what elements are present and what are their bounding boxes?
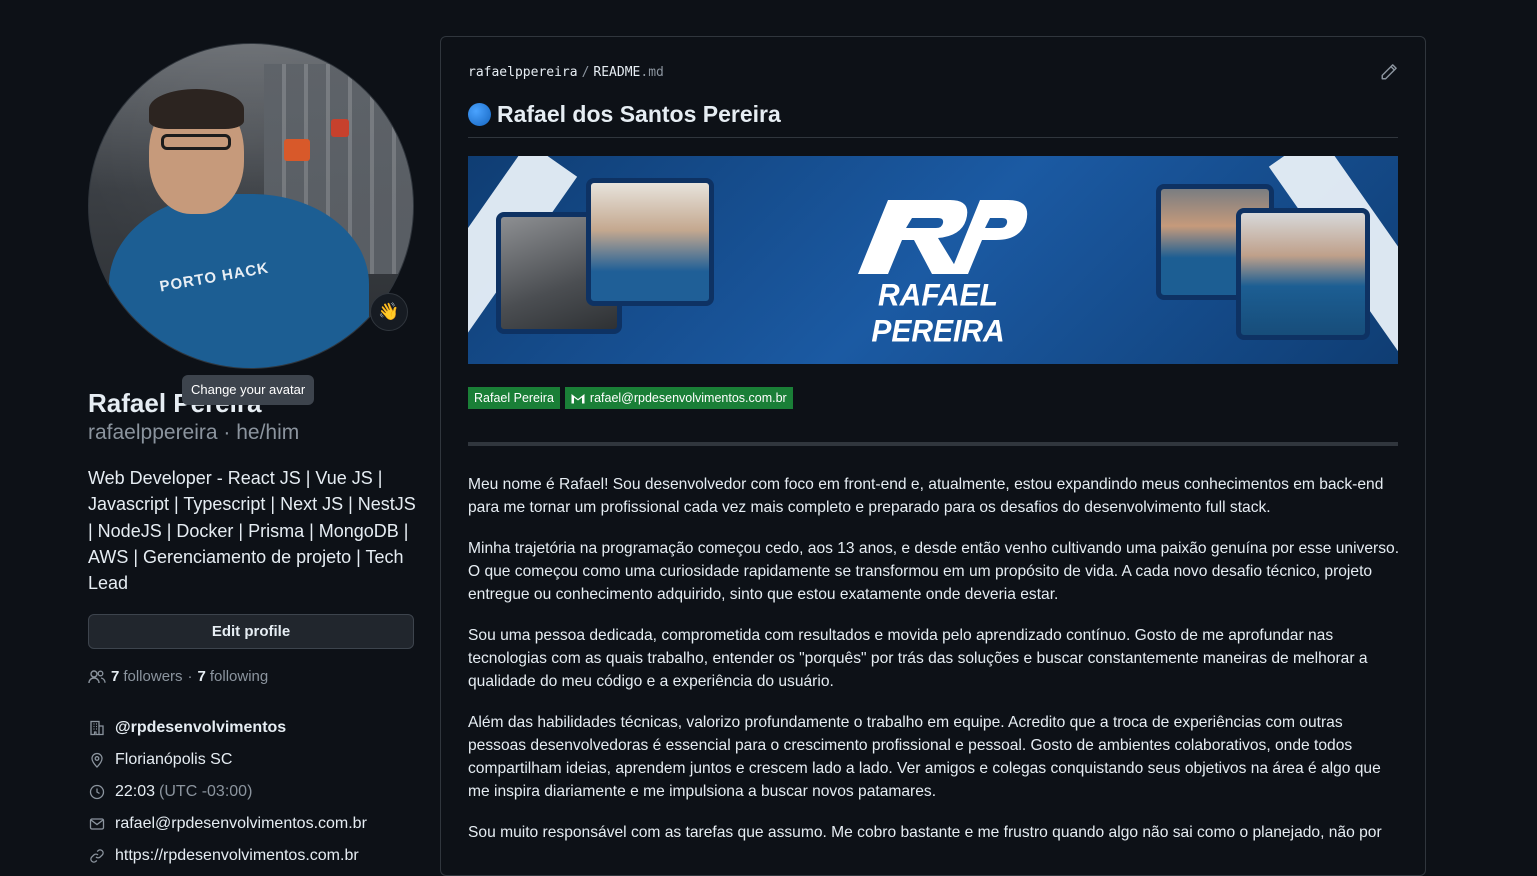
readme-paragraph: Sou muito responsável com as tarefas que…: [468, 824, 1382, 841]
profile-bio: Web Developer - React JS | Vue JS | Java…: [88, 468, 416, 594]
email-badge-label: rafael@rpdesenvolvimentos.com.br: [589, 391, 787, 405]
name-badge[interactable]: Rafael Pereira: [468, 387, 560, 409]
followers-link[interactable]: 7 followers: [111, 668, 183, 685]
edit-profile-button[interactable]: Edit profile: [88, 614, 414, 649]
readme-title-text: Rafael dos Santos Pereira: [497, 101, 781, 127]
readme-paragraph: Meu nome é Rafael! Sou desenvolvedor com…: [468, 476, 1384, 516]
website-link[interactable]: https://rpdesenvolvimentos.com.br: [115, 847, 359, 865]
avatar-background-sign: [284, 139, 310, 161]
following-label: following: [209, 668, 269, 685]
profile-details: @rpdesenvolvimentos Florianópolis SC 22:…: [88, 712, 418, 872]
followers-label: followers: [123, 668, 183, 685]
readme-banner-image: RAFAEL PEREIRA: [468, 156, 1398, 364]
banner-name-text: RAFAEL PEREIRA: [871, 278, 1005, 349]
blue-circle-icon: [468, 103, 491, 126]
email-badge[interactable]: rafael@rpdesenvolvimentos.com.br: [564, 387, 793, 409]
readme-breadcrumb: rafaelppereira / README.md: [468, 65, 664, 80]
people-icon: [88, 669, 106, 685]
readme-paragraph: Minha trajetória na programação começou …: [468, 540, 1400, 603]
profile-login: rafaelppereira · he/him: [88, 421, 300, 444]
banner-photo-portrait: [586, 178, 714, 306]
location-text: Florianópolis SC: [115, 751, 233, 768]
local-time-item: 22:03 (UTC -03:00): [88, 776, 418, 808]
readme-file-name: README: [593, 65, 641, 80]
section-divider: [468, 442, 1398, 446]
status-emoji-button[interactable]: 👋: [370, 293, 408, 331]
avatar-hair: [149, 89, 244, 129]
avatar-glasses: [161, 134, 231, 150]
following-link[interactable]: 7 following: [198, 668, 269, 685]
avatar-tooltip: Change your avatar: [182, 375, 315, 405]
followers-count: 7: [111, 668, 120, 685]
email-item: rafael@rpdesenvolvimentos.com.br: [88, 808, 418, 840]
name-badge-label: Rafael Pereira: [474, 391, 554, 405]
website-item: https://rpdesenvolvimentos.com.br: [88, 840, 418, 872]
rp-logo: [858, 200, 1028, 274]
breadcrumb-separator: /: [581, 65, 590, 80]
following-count: 7: [197, 668, 206, 685]
contact-badges: Rafael Pereira rafael@rpdesenvolvimentos…: [468, 387, 793, 409]
avatar[interactable]: PORTO HACK: [88, 43, 414, 369]
building-icon: [88, 719, 106, 737]
title-divider: [468, 137, 1398, 138]
follow-stats: 7 followers · 7 following: [88, 668, 268, 685]
readme-paragraph: Além das habilidades técnicas, valorizo …: [468, 714, 1381, 800]
timezone: (UTC -03:00): [159, 783, 253, 800]
company-item: @rpdesenvolvimentos: [88, 712, 418, 744]
readme-card: rafaelppereira / README.md Rafael dos Sant…: [440, 36, 1426, 876]
local-time: 22:03: [115, 783, 156, 800]
gmail-icon: [571, 393, 585, 404]
banner-photo-group: [1236, 208, 1370, 340]
readme-file-ext: .md: [640, 65, 664, 80]
readme-title: Rafael dos Santos Pereira: [468, 101, 781, 128]
follow-separator: ·: [187, 668, 193, 685]
readme-paragraph: Sou uma pessoa dedicada, comprometida co…: [468, 627, 1368, 690]
mail-icon: [88, 815, 106, 833]
location-pin-icon: [88, 751, 106, 769]
readme-file-link[interactable]: README.md: [593, 65, 663, 80]
link-icon: [88, 847, 106, 865]
edit-readme-pencil-icon[interactable]: [1380, 63, 1398, 81]
clock-icon: [88, 783, 106, 801]
company-link[interactable]: @rpdesenvolvimentos: [115, 719, 286, 737]
email-link[interactable]: rafael@rpdesenvolvimentos.com.br: [115, 815, 367, 833]
avatar-background-sign: [331, 119, 349, 137]
avatar-container[interactable]: PORTO HACK 👋: [88, 43, 414, 369]
location-item: Florianópolis SC: [88, 744, 418, 776]
wave-icon: 👋: [378, 302, 400, 321]
readme-owner-link[interactable]: rafaelppereira: [468, 65, 578, 80]
